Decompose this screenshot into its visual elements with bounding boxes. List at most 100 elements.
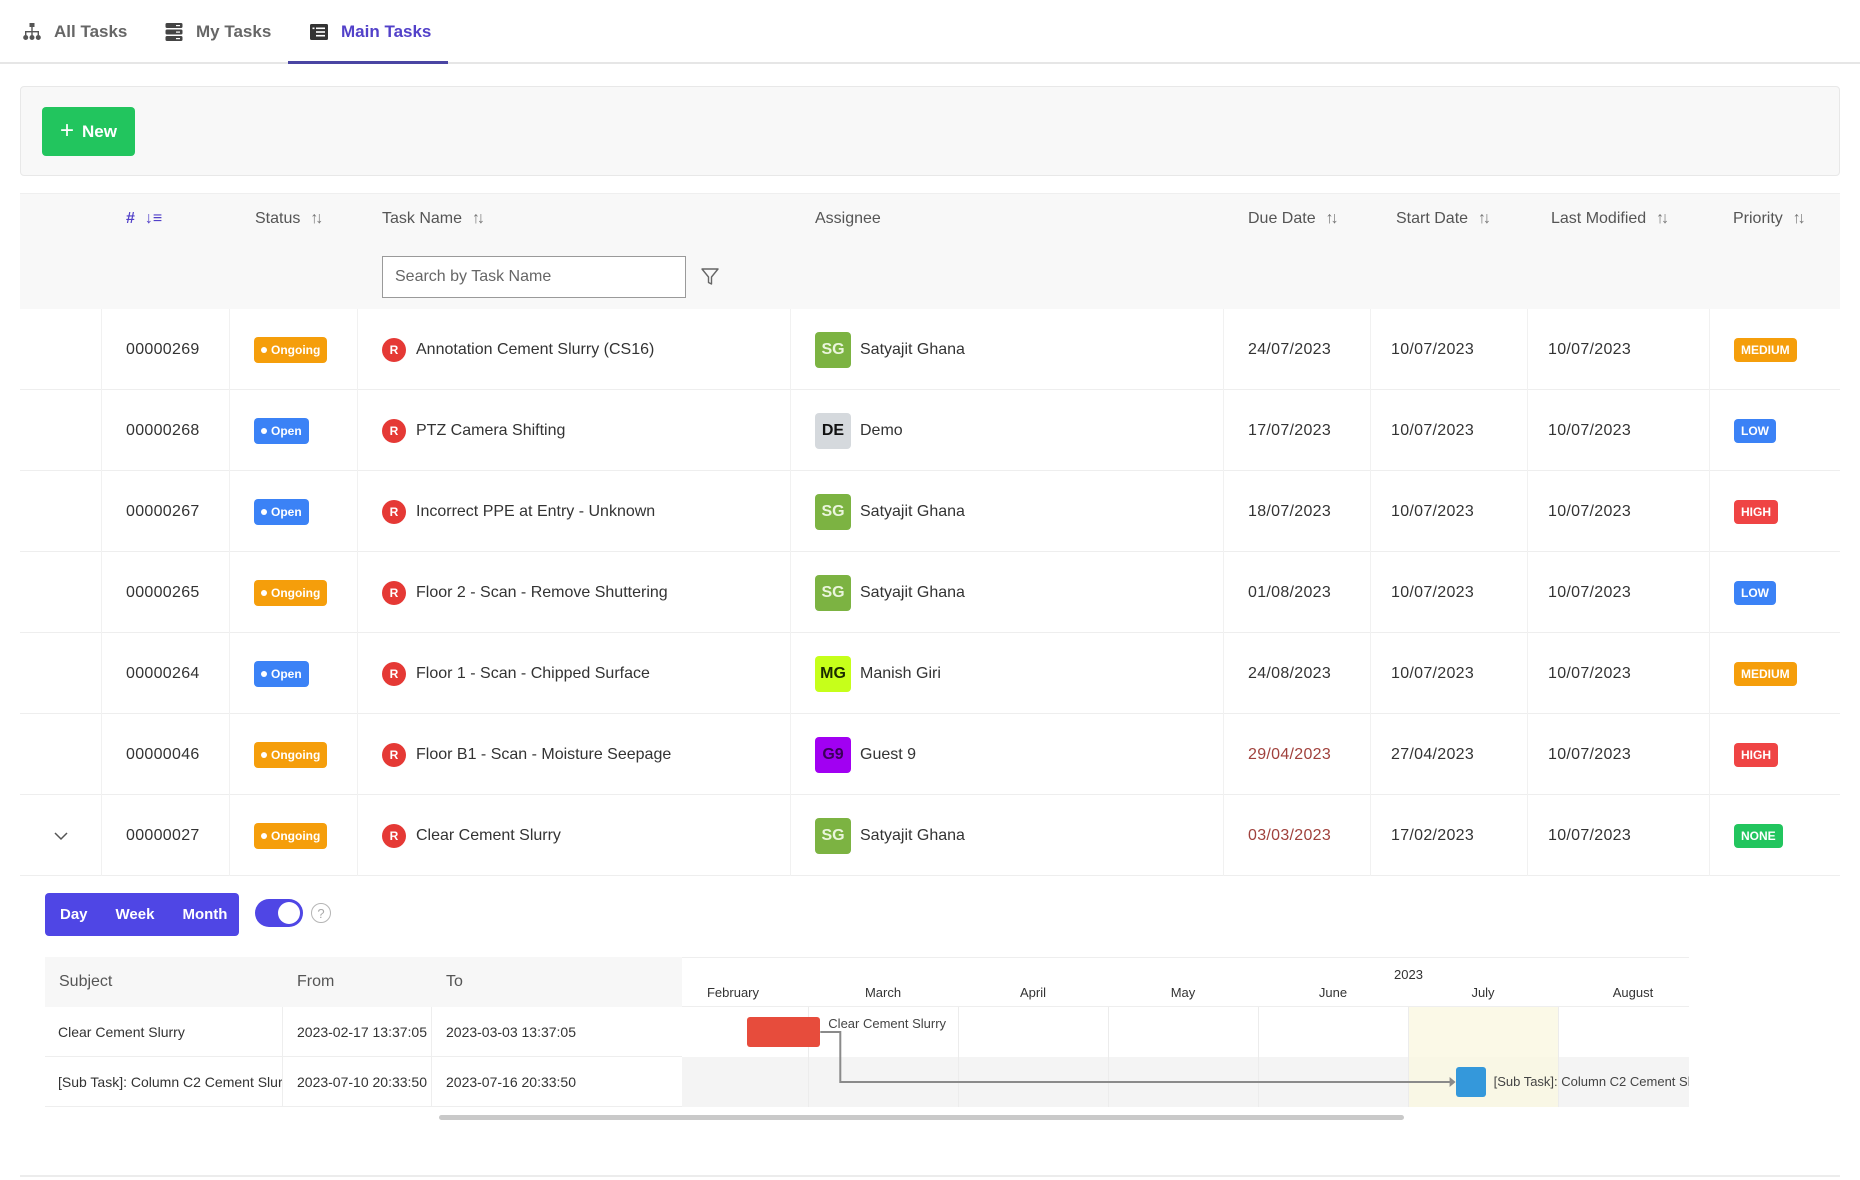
sort-desc-icon[interactable]: ↓≡ [145, 210, 162, 228]
task-name[interactable]: Incorrect PPE at Entry - Unknown [416, 503, 655, 521]
assignee-name: Satyajit Ghana [860, 826, 965, 844]
gantt-month-label: May [1170, 985, 1196, 1000]
assignee-cell: SG Satyajit Ghana [791, 552, 1224, 633]
last-modified: 10/07/2023 [1528, 552, 1710, 633]
scale-week-button[interactable]: Week [88, 906, 155, 923]
chevron-down-icon[interactable] [52, 827, 70, 845]
status-badge: Open [254, 498, 309, 525]
task-id: 00000268 [102, 390, 230, 471]
scale-day-button[interactable]: Day [45, 906, 88, 923]
column-label: Status [255, 210, 301, 227]
sort-icon[interactable]: ↑↓ [1656, 210, 1669, 228]
list-alt-icon [310, 24, 328, 40]
column-header-due-date[interactable]: Due Date ↑↓ [1248, 210, 1339, 228]
task-name[interactable]: Floor B1 - Scan - Moisture Seepage [416, 746, 671, 764]
filter-icon[interactable] [700, 267, 720, 287]
task-name[interactable]: Annotation Cement Slurry (CS16) [416, 341, 654, 359]
status-dot-icon [261, 670, 267, 677]
task-name-cell[interactable]: R Floor 1 - Scan - Chipped Surface [358, 633, 791, 714]
column-header-status[interactable]: Status ↑↓ [255, 210, 323, 228]
task-name-cell[interactable]: R Incorrect PPE at Entry - Unknown [358, 471, 791, 552]
column-header-id[interactable]: # ↓≡ [126, 210, 162, 228]
gantt-dependency-link[interactable] [820, 1031, 1451, 1083]
priority-cell: MEDIUM [1710, 309, 1840, 390]
status-label: Open [271, 504, 302, 519]
column-label: Priority [1733, 210, 1783, 227]
status-dot-icon [261, 751, 267, 758]
task-name[interactable]: Clear Cement Slurry [416, 827, 561, 845]
task-name-cell[interactable]: R Floor B1 - Scan - Moisture Seepage [358, 714, 791, 795]
status-dot-icon [261, 589, 267, 596]
status-badge: Ongoing [254, 336, 328, 363]
sort-icon[interactable]: ↑↓ [1478, 210, 1491, 228]
priority-cell: LOW [1710, 390, 1840, 471]
avatar: SG [815, 493, 851, 530]
task-name-cell[interactable]: R Annotation Cement Slurry (CS16) [358, 309, 791, 390]
due-date: 29/04/2023 [1224, 714, 1371, 795]
scale-month-button[interactable]: Month [154, 906, 227, 923]
task-name[interactable]: Floor 1 - Scan - Chipped Surface [416, 665, 650, 683]
task-name-cell[interactable]: R PTZ Camera Shifting [358, 390, 791, 471]
sitemap-icon [23, 23, 41, 40]
status-label: Ongoing [271, 828, 321, 843]
table-row[interactable]: 00000264 Open R Floor 1 - Scan - Chipped Su… [20, 633, 1840, 714]
sort-icon[interactable]: ↑↓ [1793, 210, 1806, 228]
new-task-button[interactable]: + New [42, 107, 135, 156]
table-row[interactable]: 00000268 Open R PTZ Camera Shifting DE Demo 17… [20, 390, 1840, 471]
status-dot-icon [261, 832, 267, 839]
assignee-cell: SG Satyajit Ghana [791, 795, 1224, 876]
table-row[interactable]: 00000269 Ongoing R Annotation Cement Slurry… [20, 309, 1840, 390]
task-name-cell[interactable]: R Clear Cement Slurry [358, 795, 791, 876]
sort-icon[interactable]: ↑↓ [472, 210, 485, 228]
last-modified: 10/07/2023 [1528, 390, 1710, 471]
sort-icon[interactable]: ↑↓ [310, 210, 323, 228]
expand-cell [20, 633, 102, 714]
task-name[interactable]: Floor 2 - Scan - Remove Shuttering [416, 584, 668, 602]
assignee-name: Guest 9 [860, 745, 917, 763]
status-badge: Ongoing [254, 741, 328, 768]
expand-cell [20, 309, 102, 390]
status-cell: Open [230, 633, 358, 714]
priority-cell: LOW [1710, 552, 1840, 633]
column-label: Start Date [1396, 210, 1469, 227]
tab-all-tasks[interactable]: All Tasks [22, 0, 127, 64]
column-header-last-modified[interactable]: Last Modified ↑↓ [1551, 210, 1669, 228]
task-type-badge: R [382, 823, 406, 848]
task-type-badge: R [382, 499, 406, 524]
assignee-name: Satyajit Ghana [860, 583, 965, 601]
task-name-search-input[interactable] [382, 256, 686, 298]
gantt-horizontal-scrollbar[interactable] [439, 1115, 1404, 1120]
column-header-start-date[interactable]: Start Date ↑↓ [1396, 210, 1491, 228]
task-type-badge: R [382, 337, 406, 362]
tasks-table: # ↓≡ Status ↑↓ Task Name ↑↓ Assignee Due… [20, 193, 1840, 876]
active-tab-indicator [288, 61, 448, 64]
gantt-grid-row[interactable]: [Sub Task]: Column C2 Cement Slurry 2023-… [45, 1057, 682, 1107]
tab-my-tasks[interactable]: My Tasks [164, 0, 271, 64]
task-name-cell[interactable]: R Floor 2 - Scan - Remove Shuttering [358, 552, 791, 633]
expand-cell [20, 471, 102, 552]
gantt-subject: [Sub Task]: Column C2 Cement Slurry [45, 1057, 283, 1107]
assignee-cell: MG Manish Giri [791, 633, 1224, 714]
table-row[interactable]: 00000046 Ongoing R Floor B1 - Scan - Moistu… [20, 714, 1840, 795]
expand-cell [20, 390, 102, 471]
gantt-timeline-body: Clear Cement Slurry [Sub Task]: Column C2… [682, 1007, 1689, 1107]
status-label: Open [271, 423, 302, 438]
column-header-task-name[interactable]: Task Name ↑↓ [382, 210, 485, 228]
tab-main-tasks[interactable]: Main Tasks [309, 0, 431, 64]
task-type-badge: R [382, 418, 406, 443]
question-circle-icon[interactable]: ? [311, 903, 331, 923]
priority-badge: MEDIUM [1734, 661, 1797, 686]
status-cell: Ongoing [230, 552, 358, 633]
table-row[interactable]: 00000265 Ongoing R Floor 2 - Scan - Remove … [20, 552, 1840, 633]
task-name[interactable]: PTZ Camera Shifting [416, 422, 565, 440]
table-row[interactable]: 00000027 Ongoing R Clear Cement Slurry SG Sat… [20, 795, 1840, 876]
column-header-priority[interactable]: Priority ↑↓ [1733, 210, 1806, 228]
new-button-label: New [82, 121, 117, 141]
last-modified: 10/07/2023 [1528, 309, 1710, 390]
table-row[interactable]: 00000267 Open R Incorrect PPE at Entry - Un… [20, 471, 1840, 552]
last-modified: 10/07/2023 [1528, 633, 1710, 714]
priority-badge: HIGH [1734, 499, 1778, 524]
gantt-grid-row[interactable]: Clear Cement Slurry 2023-02-17 13:37:05 20… [45, 1007, 682, 1057]
sort-icon[interactable]: ↑↓ [1326, 210, 1339, 228]
gantt-toggle-switch[interactable] [255, 899, 303, 927]
